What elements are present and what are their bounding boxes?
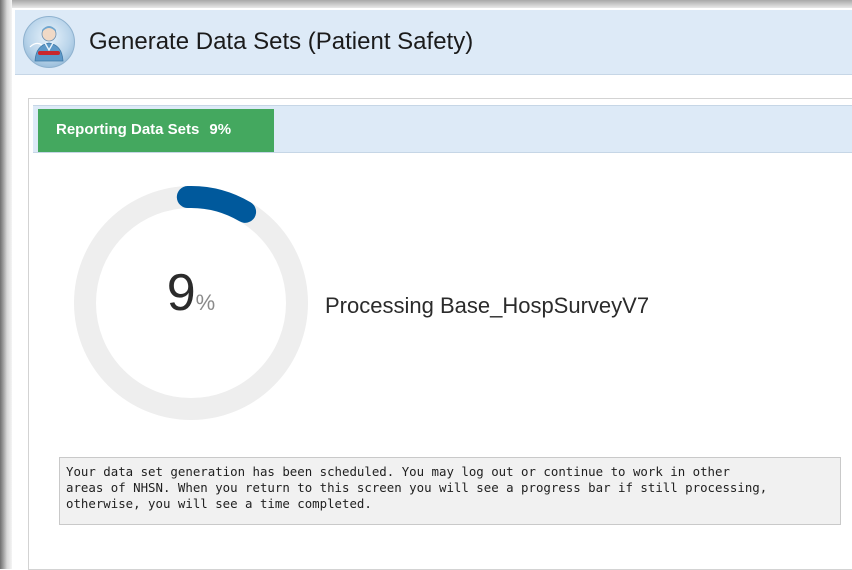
progress-ring: 9% <box>73 185 309 421</box>
tab-label: Reporting Data Sets 9% <box>56 121 231 138</box>
progress-percent-unit: % <box>195 290 216 315</box>
progress-percent-number: 9 <box>166 264 196 322</box>
schedule-notice-text: Your data set generation has been schedu… <box>66 464 834 512</box>
window-top-shadow <box>0 0 852 8</box>
tab-label-text: Reporting Data Sets <box>56 121 200 138</box>
window-left-shadow <box>0 0 12 569</box>
progress-ring-fill <box>176 186 257 223</box>
tab-reporting-data-sets[interactable]: Reporting Data Sets 9% <box>38 109 274 152</box>
processing-status: Processing Base_HospSurveyV7 <box>325 293 650 318</box>
tab-percent: 9% <box>209 121 232 138</box>
page-title: Generate Data Sets (Patient Safety) <box>89 28 474 55</box>
data-sets-panel: Reporting Data Sets 9% 9% Processing Base… <box>28 98 852 570</box>
notice-line-1: Your data set generation has been schedu… <box>66 464 730 479</box>
nhsn-clinician-icon <box>23 16 75 68</box>
tab-strip: Reporting Data Sets 9% <box>33 105 852 153</box>
notice-line-3: otherwise, you will see a time completed… <box>66 496 372 511</box>
progress-percent: 9% <box>73 267 309 319</box>
page-header: Generate Data Sets (Patient Safety) <box>15 10 852 75</box>
schedule-notice: Your data set generation has been schedu… <box>59 457 841 525</box>
notice-line-2: areas of NHSN. When you return to this s… <box>66 480 768 495</box>
app-window: Generate Data Sets (Patient Safety) Repo… <box>0 0 852 570</box>
